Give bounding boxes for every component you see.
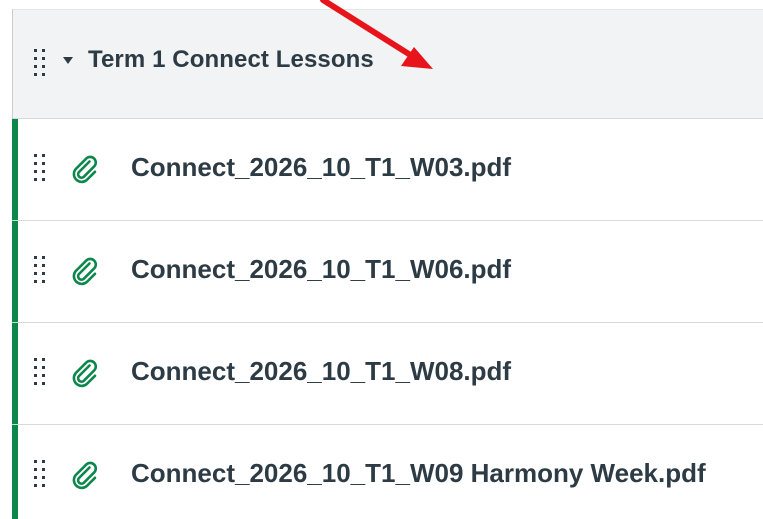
drag-handle-icon[interactable] (33, 153, 47, 183)
module-item: Connect_2026_10_T1_W09 Harmony Week.pdf (12, 425, 763, 519)
course-modules-page: Term 1 Connect Lessons Connect_2026_10_T… (0, 0, 763, 519)
attachment-icon (69, 459, 101, 491)
module-item-title[interactable]: Connect_2026_10_T1_W08.pdf (131, 356, 511, 387)
attachment-icon (69, 357, 101, 389)
drag-handle-icon[interactable] (33, 459, 47, 489)
module-item: Connect_2026_10_T1_W08.pdf (12, 323, 763, 425)
attachment-icon (69, 153, 101, 185)
drag-handle-icon[interactable] (33, 255, 47, 285)
module-item-title[interactable]: Connect_2026_10_T1_W03.pdf (131, 152, 511, 183)
attachment-icon (69, 255, 101, 287)
drag-handle-icon[interactable] (33, 48, 47, 78)
module-item: Connect_2026_10_T1_W03.pdf (12, 119, 763, 221)
module-item-title[interactable]: Connect_2026_10_T1_W09 Harmony Week.pdf (131, 458, 706, 489)
module-term-1-connect-lessons: Term 1 Connect Lessons Connect_2026_10_T… (12, 9, 763, 519)
module-item: Connect_2026_10_T1_W06.pdf (12, 221, 763, 323)
drag-handle-icon[interactable] (33, 357, 47, 387)
collapse-caret-icon[interactable] (63, 57, 73, 64)
module-item-title[interactable]: Connect_2026_10_T1_W06.pdf (131, 254, 511, 285)
module-title: Term 1 Connect Lessons (88, 46, 374, 73)
module-header[interactable]: Term 1 Connect Lessons (13, 9, 763, 119)
